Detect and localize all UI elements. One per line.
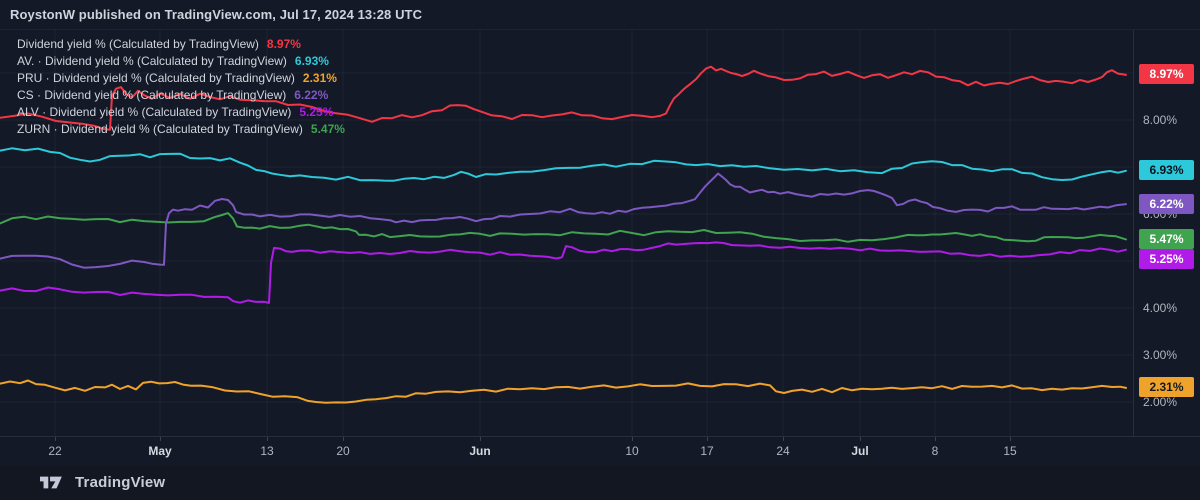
price-label-badge: 5.47% [1139, 229, 1194, 249]
time-axis-tick [935, 437, 936, 441]
series-line-1[interactable] [0, 148, 1126, 180]
legend-value: 5.25% [299, 105, 333, 119]
legend-row-4[interactable]: ALV · Dividend yield % (Calculated by Tr… [17, 103, 345, 120]
price-label-badge: 8.97% [1139, 64, 1194, 84]
time-axis-tick [1010, 437, 1011, 441]
time-axis-tick [160, 437, 161, 441]
legend-value: 2.31% [303, 71, 337, 85]
tradingview-published-chart: RoystonW published on TradingView.com, J… [0, 0, 1200, 500]
time-axis-tick [55, 437, 56, 441]
price-label-badge: 6.93% [1139, 160, 1194, 180]
footer: TradingView [0, 465, 1200, 500]
legend-label: PRU · Dividend yield % (Calculated by Tr… [17, 71, 295, 85]
price-axis-label: 8.00% [1143, 112, 1177, 128]
legend-row-2[interactable]: PRU · Dividend yield % (Calculated by Tr… [17, 69, 345, 86]
time-axis-label: 24 [753, 444, 813, 458]
time-axis-tick [343, 437, 344, 441]
time-axis-label: 8 [905, 444, 965, 458]
time-axis-label: 15 [980, 444, 1040, 458]
legend-value: 8.97% [267, 37, 301, 51]
publish-title: RoystonW published on TradingView.com, J… [10, 7, 422, 22]
series-line-4[interactable] [0, 242, 1126, 303]
legend-label: AV. · Dividend yield % (Calculated by Tr… [17, 54, 287, 68]
time-axis-tick [632, 437, 633, 441]
price-axis[interactable]: 8.00%6.00%4.00%3.00%2.00%8.97%6.93%6.22%… [1133, 30, 1200, 436]
series-line-2[interactable] [0, 381, 1126, 403]
legend-label: ALV · Dividend yield % (Calculated by Tr… [17, 105, 291, 119]
time-axis-label: 20 [313, 444, 373, 458]
legend-row-3[interactable]: CS · Dividend yield % (Calculated by Tra… [17, 86, 345, 103]
time-axis-tick [480, 437, 481, 441]
time-axis-label: 10 [602, 444, 662, 458]
tradingview-brand[interactable]: TradingView [75, 474, 165, 491]
time-axis-tick [267, 437, 268, 441]
legend-label: ZURN · Dividend yield % (Calculated by T… [17, 122, 303, 136]
time-axis-tick [860, 437, 861, 441]
time-axis-label: May [130, 444, 190, 458]
legend-label: CS · Dividend yield % (Calculated by Tra… [17, 88, 286, 102]
legend-label: Dividend yield % (Calculated by TradingV… [17, 37, 259, 51]
legend-value: 6.93% [295, 54, 329, 68]
time-axis-tick [707, 437, 708, 441]
price-label-badge: 5.25% [1139, 249, 1194, 269]
legend-value: 6.22% [294, 88, 328, 102]
chart-region: Dividend yield % (Calculated by TradingV… [0, 30, 1200, 465]
time-axis-label: Jul [830, 444, 890, 458]
price-axis-label: 4.00% [1143, 300, 1177, 316]
time-axis-label: 17 [677, 444, 737, 458]
legend-value: 5.47% [311, 122, 345, 136]
legend: Dividend yield % (Calculated by TradingV… [17, 35, 345, 137]
time-axis-label: Jun [450, 444, 510, 458]
price-label-badge: 6.22% [1139, 194, 1194, 214]
price-axis-label: 3.00% [1143, 347, 1177, 363]
price-label-badge: 2.31% [1139, 377, 1194, 397]
legend-row-5[interactable]: ZURN · Dividend yield % (Calculated by T… [17, 120, 345, 137]
time-axis-tick [783, 437, 784, 441]
time-axis[interactable]: 22 May 13 20 Jun 10 17 24 Jul 8 15 [0, 436, 1200, 466]
titlebar: RoystonW published on TradingView.com, J… [0, 0, 1200, 30]
tradingview-logo-icon[interactable] [40, 475, 66, 490]
series-line-5[interactable] [0, 213, 1126, 242]
time-axis-label: 13 [237, 444, 297, 458]
legend-row-1[interactable]: AV. · Dividend yield % (Calculated by Tr… [17, 52, 345, 69]
time-axis-label: 22 [25, 444, 85, 458]
legend-row-0[interactable]: Dividend yield % (Calculated by TradingV… [17, 35, 345, 52]
